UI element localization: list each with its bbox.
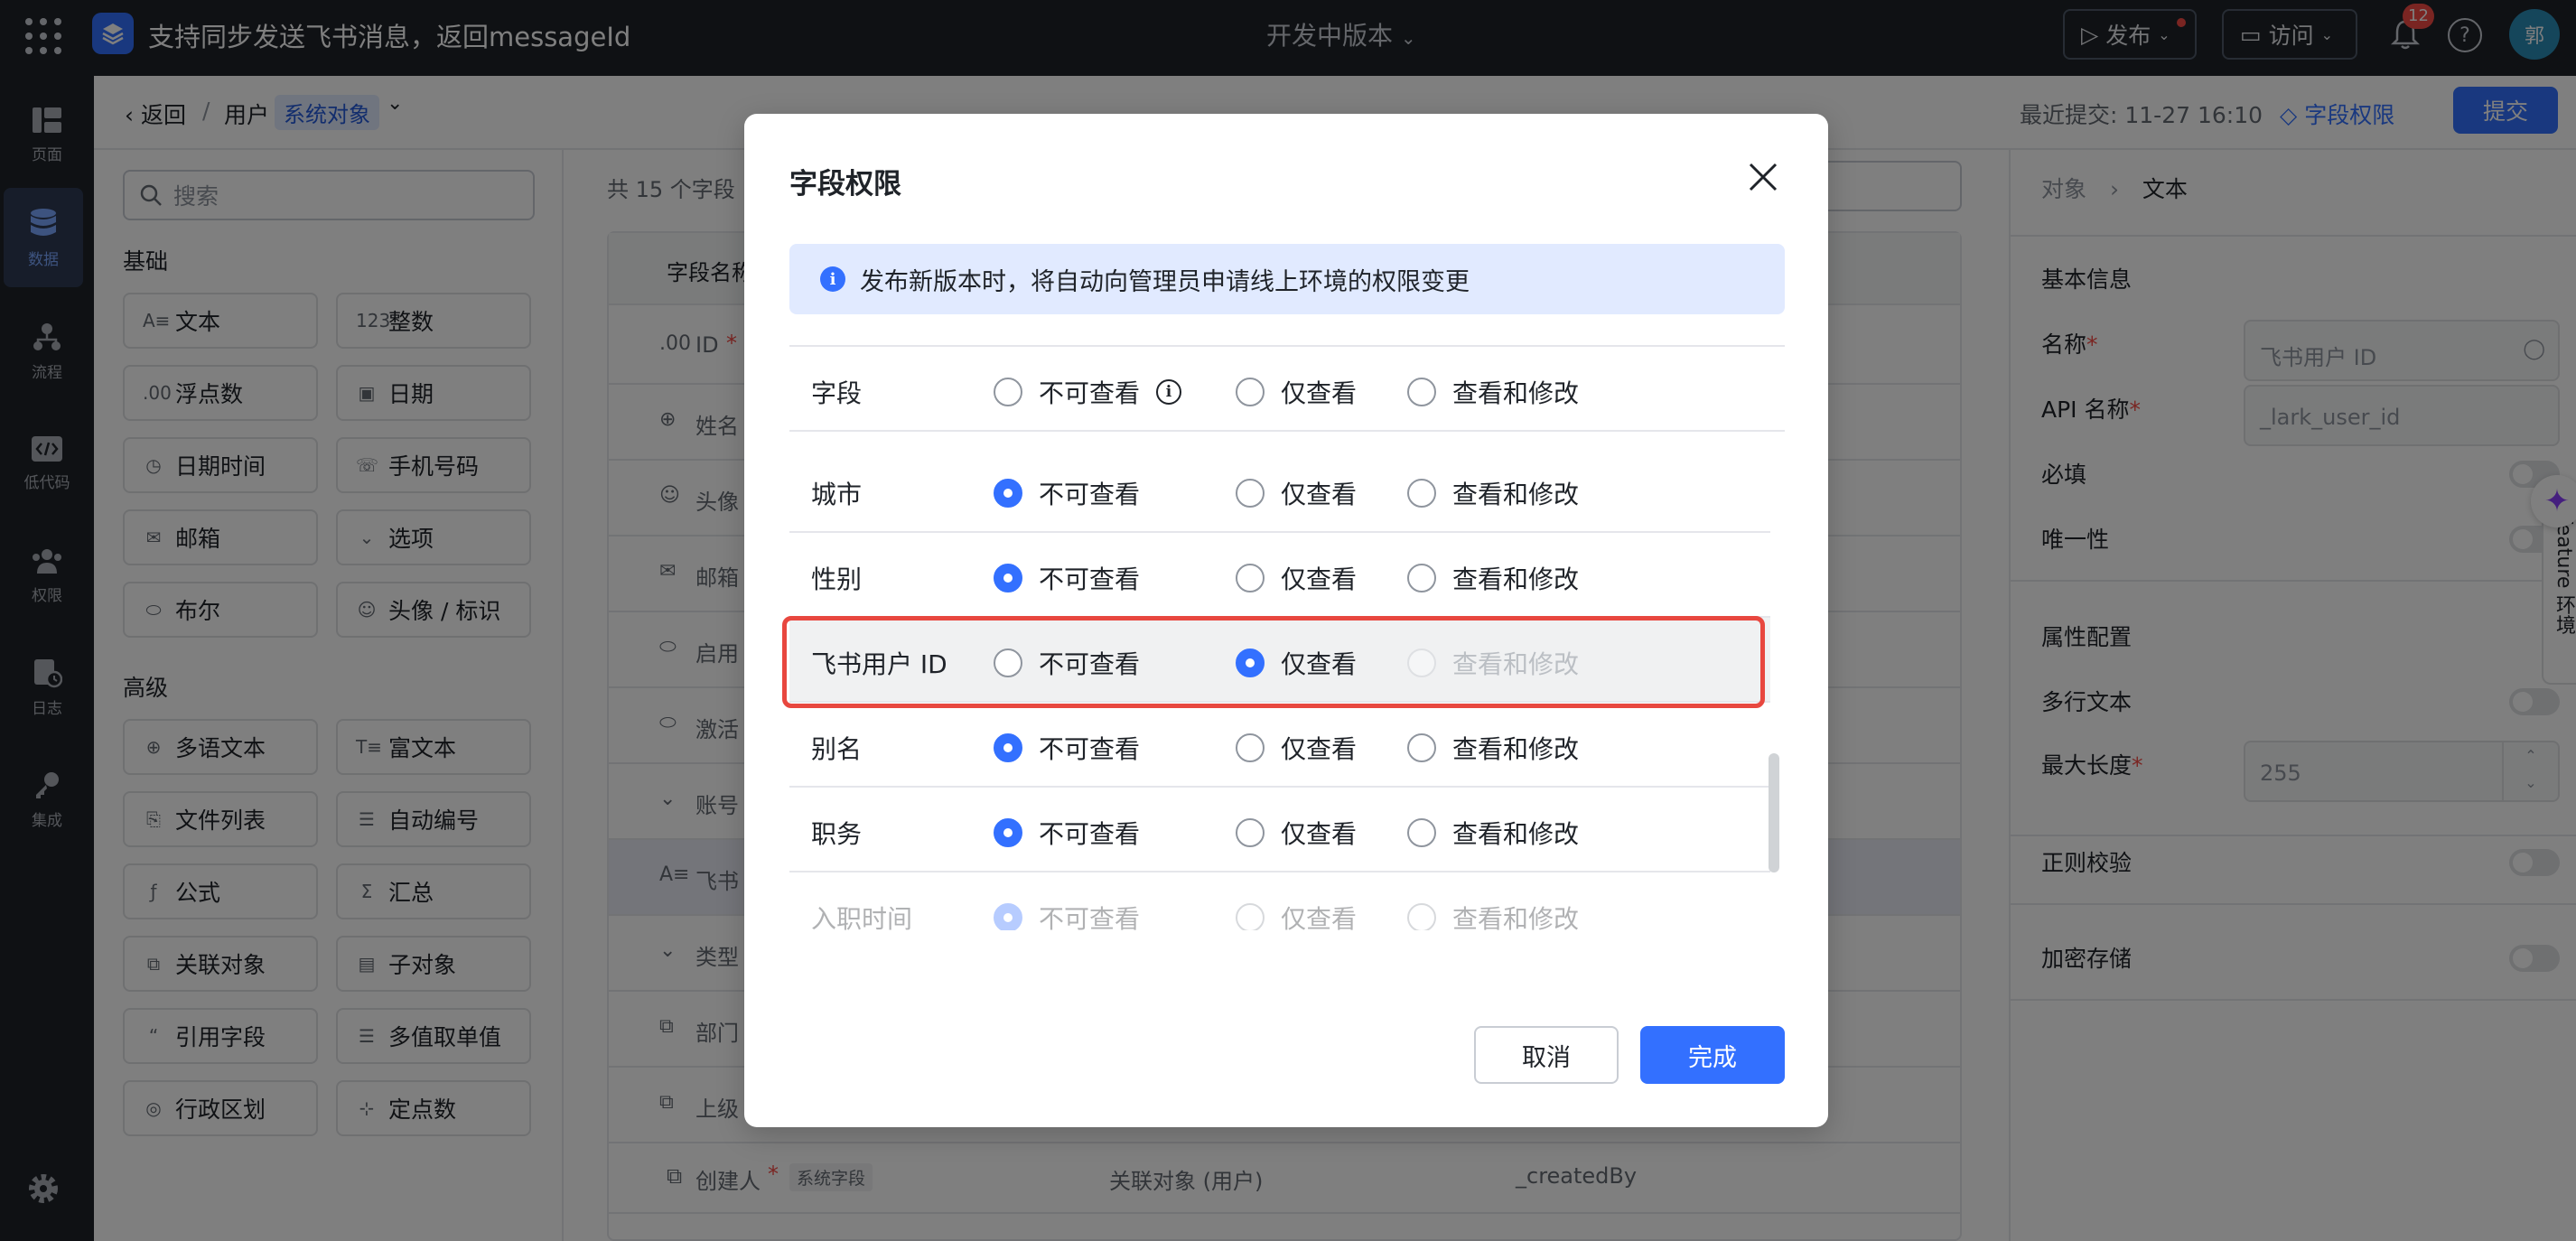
header-option-edit[interactable]: 查看和修改 xyxy=(1407,374,1579,410)
option-label: 仅查看 xyxy=(1281,378,1358,408)
radio-no-view[interactable]: 不可查看 xyxy=(994,815,1140,851)
option-label: 不可查看 xyxy=(1039,734,1141,764)
radio-circle xyxy=(1407,903,1436,930)
option-label: 仅查看 xyxy=(1281,565,1358,594)
option-label: 仅查看 xyxy=(1281,819,1358,849)
option-label: 仅查看 xyxy=(1281,480,1358,509)
permission-field-name: 性别 xyxy=(811,565,863,594)
permission-field-name: 职务 xyxy=(811,819,863,849)
radio-circle xyxy=(1407,733,1436,762)
info-icon[interactable]: i xyxy=(1156,379,1182,405)
close-icon[interactable] xyxy=(1745,159,1781,195)
highlight-annotation xyxy=(782,616,1765,708)
radio-no-view[interactable]: 不可查看 xyxy=(994,730,1140,766)
radio-circle xyxy=(1236,903,1265,930)
permission-row: 职务 不可查看 仅查看 查看和修改 xyxy=(789,788,1770,872)
column-field: 字段 xyxy=(811,378,863,408)
scrollbar[interactable] xyxy=(1769,753,1779,872)
radio-view-only[interactable]: 仅查看 xyxy=(1236,560,1357,596)
radio-circle xyxy=(994,903,1022,930)
radio-circle xyxy=(1407,818,1436,847)
radio-circle xyxy=(1407,479,1436,508)
option-label: 查看和修改 xyxy=(1452,819,1580,849)
info-notice: i 发布新版本时，将自动向管理员申请线上环境的权限变更 xyxy=(789,244,1785,314)
info-icon: i xyxy=(820,266,845,292)
header-option-view[interactable]: 仅查看 xyxy=(1236,374,1357,410)
option-label: 仅查看 xyxy=(1281,734,1358,764)
radio-circle xyxy=(1236,818,1265,847)
option-label: 不可查看 xyxy=(1039,819,1141,849)
permission-field-name: 别名 xyxy=(811,734,863,764)
option-label: 查看和修改 xyxy=(1452,565,1580,594)
radio-circle xyxy=(1236,564,1265,593)
option-label: 不可查看 xyxy=(1039,565,1141,594)
radio-view-edit[interactable]: 查看和修改 xyxy=(1407,560,1579,596)
radio-circle xyxy=(1407,564,1436,593)
radio-circle xyxy=(994,733,1022,762)
radio-circle xyxy=(1236,378,1265,406)
radio-circle xyxy=(994,479,1022,508)
radio-circle xyxy=(1236,479,1265,508)
option-label: 不可查看 xyxy=(1039,480,1141,509)
radio-view-edit[interactable]: 查看和修改 xyxy=(1407,730,1579,766)
radio-view-only[interactable]: 仅查看 xyxy=(1236,815,1357,851)
cancel-button[interactable]: 取消 xyxy=(1474,1026,1619,1084)
radio-view-edit[interactable]: 查看和修改 xyxy=(1407,900,1579,930)
radio-view-edit[interactable]: 查看和修改 xyxy=(1407,815,1579,851)
option-label: 查看和修改 xyxy=(1452,904,1580,930)
dialog-title: 字段权限 xyxy=(789,168,901,201)
radio-circle xyxy=(1407,378,1436,406)
radio-view-edit[interactable]: 查看和修改 xyxy=(1407,475,1579,511)
field-permission-dialog: 字段权限 i 发布新版本时，将自动向管理员申请线上环境的权限变更 字段 不可查看… xyxy=(744,114,1828,1127)
permission-row: 性别 不可查看 仅查看 查看和修改 xyxy=(789,533,1770,618)
permission-row: 城市 不可查看 仅查看 查看和修改 xyxy=(789,448,1770,533)
option-label: 查看和修改 xyxy=(1452,378,1580,408)
option-label: 不可查看 xyxy=(1039,904,1141,930)
header-option-none[interactable]: 不可查看 i xyxy=(994,374,1182,410)
permission-row: 别名 不可查看 仅查看 查看和修改 xyxy=(789,703,1770,788)
option-label: 查看和修改 xyxy=(1452,480,1580,509)
option-label: 查看和修改 xyxy=(1452,734,1580,764)
permission-field-name: 城市 xyxy=(811,480,863,509)
radio-circle xyxy=(994,818,1022,847)
radio-no-view[interactable]: 不可查看 xyxy=(994,475,1140,511)
option-label: 不可查看 xyxy=(1039,378,1141,408)
radio-view-only[interactable]: 仅查看 xyxy=(1236,475,1357,511)
radio-view-only[interactable]: 仅查看 xyxy=(1236,900,1357,930)
radio-circle xyxy=(994,564,1022,593)
radio-no-view[interactable]: 不可查看 xyxy=(994,900,1140,930)
permission-field-name: 入职时间 xyxy=(811,904,913,930)
radio-circle xyxy=(1236,733,1265,762)
permission-table-header: 字段 不可查看 i 仅查看 查看和修改 xyxy=(789,345,1785,432)
option-label: 仅查看 xyxy=(1281,904,1358,930)
notice-text: 发布新版本时，将自动向管理员申请线上环境的权限变更 xyxy=(860,267,1470,296)
radio-circle xyxy=(994,378,1022,406)
radio-no-view[interactable]: 不可查看 xyxy=(994,560,1140,596)
radio-view-only[interactable]: 仅查看 xyxy=(1236,730,1357,766)
done-button[interactable]: 完成 xyxy=(1640,1026,1785,1084)
permission-row: 入职时间 不可查看 仅查看 查看和修改 xyxy=(789,872,1770,930)
